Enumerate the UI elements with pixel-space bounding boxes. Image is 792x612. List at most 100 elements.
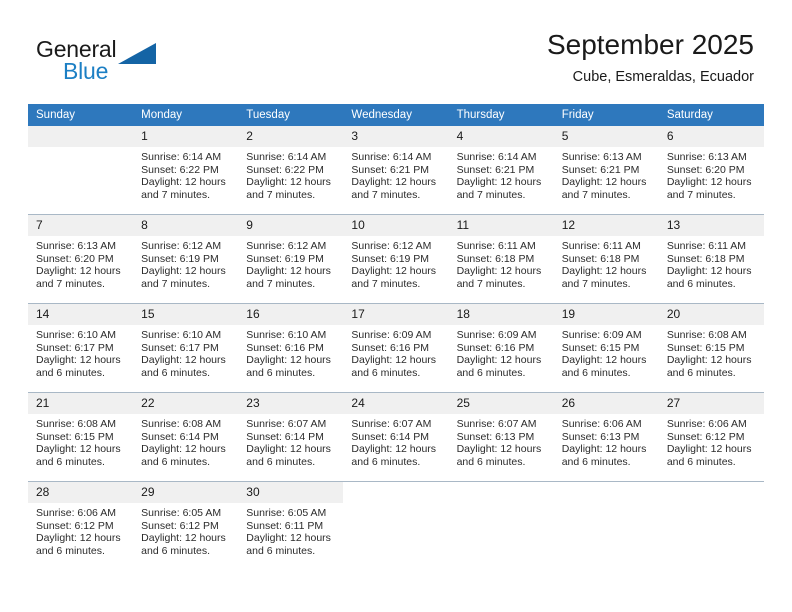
day-cell-7[interactable]: 7 Sunrise: 6:13 AM Sunset: 6:20 PM Daylight… [28,215,134,303]
day-cell-25[interactable]: 25 Sunrise: 6:07 AM Sunset: 6:13 PM Dayligh… [448,393,554,481]
sunrise-text: Sunrise: 6:13 AM [666,151,747,163]
daylight-text-line1: Daylight: 12 hours [561,265,647,278]
daylight-text-line2: and 7 minutes. [561,188,631,201]
day-cell-20[interactable]: 20 Sunrise: 6:08 AM Sunset: 6:15 PM Dayligh… [658,304,764,392]
day-cell-28[interactable]: 28 Sunrise: 6:06 AM Sunset: 6:12 PM Dayligh… [28,482,134,570]
sunset-text: Sunset: 6:17 PM [36,341,114,354]
day-cell-12[interactable]: 12 Sunrise: 6:11 AM Sunset: 6:18 PM Dayligh… [553,215,659,303]
day-cell-26[interactable]: 26 Sunrise: 6:06 AM Sunset: 6:13 PM Dayligh… [553,393,659,481]
sunrise-text: Sunrise: 6:09 AM [456,329,537,341]
day-cell-empty [659,482,764,570]
day-cell-27[interactable]: 27 Sunrise: 6:06 AM Sunset: 6:12 PM Dayligh… [658,393,764,481]
day-details: Sunrise: 6:14 AM Sunset: 6:22 PM Daylight:… [238,147,343,201]
sunrise-text: Sunrise: 6:08 AM [141,418,222,430]
day-cell-8[interactable]: 8 Sunrise: 6:12 AM Sunset: 6:19 PM Daylight… [133,215,239,303]
day-cell-11[interactable]: 11 Sunrise: 6:11 AM Sunset: 6:18 PM Dayligh… [448,215,554,303]
sunrise-text: Sunrise: 6:09 AM [351,329,432,341]
daylight-text-line1: Daylight: 12 hours [666,443,752,456]
day-cell-23[interactable]: 23 Sunrise: 6:07 AM Sunset: 6:14 PM Dayligh… [238,393,344,481]
daylight-text-line2: and 6 minutes. [36,366,105,379]
day-cell-4[interactable]: 4 Sunrise: 6:14 AM Sunset: 6:21 PM Daylight… [448,126,554,214]
daylight-text-line1: Daylight: 12 hours [246,532,331,545]
daylight-text-line2: and 6 minutes. [351,455,421,468]
calendar-week-row: 14 Sunrise: 6:10 AM Sunset: 6:17 PM Dayligh… [28,303,764,393]
day-cell-29[interactable]: 29 Sunrise: 6:05 AM Sunset: 6:12 PM Dayligh… [133,482,239,570]
day-number: 30 [238,482,344,503]
daylight-text-line1: Daylight: 12 hours [246,443,331,456]
day-details: Sunrise: 6:08 AM Sunset: 6:14 PM Daylight:… [133,414,238,468]
day-number: 23 [238,393,344,414]
day-cell-empty [343,482,448,570]
sunrise-text: Sunrise: 6:13 AM [36,240,116,252]
day-cell-9[interactable]: 9 Sunrise: 6:12 AM Sunset: 6:19 PM Daylight… [238,215,344,303]
daylight-text-line2: and 7 minutes. [456,188,526,201]
sunrise-text: Sunrise: 6:10 AM [141,329,222,341]
daylight-text-line1: Daylight: 12 hours [141,532,226,545]
weekday-header-wednesday: Wednesday [343,104,449,126]
day-number: 19 [553,304,659,325]
day-number: 17 [343,304,449,325]
day-cell-empty [449,482,554,570]
calendar-cell: 9 Sunrise: 6:12 AM Sunset: 6:19 PM Daylight… [238,214,344,304]
day-cell-17[interactable]: 17 Sunrise: 6:09 AM Sunset: 6:16 PM Dayligh… [343,304,449,392]
calendar-week-row: 7 Sunrise: 6:13 AM Sunset: 6:20 PM Daylight… [28,214,764,304]
day-cell-5[interactable]: 5 Sunrise: 6:13 AM Sunset: 6:21 PM Daylight… [553,126,659,214]
general-blue-logo[interactable]: General Blue [36,36,166,88]
day-number: 4 [448,126,554,147]
day-number: 14 [28,304,134,325]
day-cell-19[interactable]: 19 Sunrise: 6:09 AM Sunset: 6:15 PM Dayligh… [553,304,659,392]
day-number: 24 [343,393,449,414]
day-cell-3[interactable]: 3 Sunrise: 6:14 AM Sunset: 6:21 PM Daylight… [343,126,449,214]
day-number: 7 [28,215,134,236]
day-cell-30[interactable]: 30 Sunrise: 6:05 AM Sunset: 6:11 PM Dayligh… [238,482,344,570]
day-number: 18 [448,304,554,325]
calendar-cell: 4 Sunrise: 6:14 AM Sunset: 6:21 PM Daylight… [448,126,554,215]
daylight-text-line2: and 6 minutes. [666,277,736,290]
sunrise-text: Sunrise: 6:07 AM [246,418,327,430]
day-cell-22[interactable]: 22 Sunrise: 6:08 AM Sunset: 6:14 PM Dayligh… [133,393,239,481]
day-cell-21[interactable]: 21 Sunrise: 6:08 AM Sunset: 6:15 PM Dayligh… [28,393,134,481]
day-number: 13 [658,215,764,236]
sunrise-text: Sunrise: 6:08 AM [666,329,747,341]
day-cell-24[interactable]: 24 Sunrise: 6:07 AM Sunset: 6:14 PM Dayligh… [343,393,449,481]
calendar-page: General Blue September 2025 Cube, Esmera… [0,0,792,612]
calendar-cell: 5 Sunrise: 6:13 AM Sunset: 6:21 PM Daylight… [553,126,659,215]
daylight-text-line2: and 7 minutes. [561,277,631,290]
daylight-text-line2: and 6 minutes. [141,455,211,468]
day-cell-14[interactable]: 14 Sunrise: 6:10 AM Sunset: 6:17 PM Dayligh… [28,304,134,392]
calendar-cell: 15 Sunrise: 6:10 AM Sunset: 6:17 PM Dayligh… [133,303,239,393]
sunrise-text: Sunrise: 6:14 AM [351,151,432,163]
day-cell-10[interactable]: 10 Sunrise: 6:12 AM Sunset: 6:19 PM Dayligh… [343,215,449,303]
sunset-text: Sunset: 6:18 PM [666,252,745,265]
daylight-text-line2: and 6 minutes. [351,366,421,379]
calendar-cell: 12 Sunrise: 6:11 AM Sunset: 6:18 PM Dayligh… [553,214,659,304]
day-number: 1 [133,126,239,147]
daylight-text-line1: Daylight: 12 hours [36,265,121,278]
sunrise-text: Sunrise: 6:14 AM [141,151,222,163]
daylight-text-line2: and 7 minutes. [246,188,316,201]
day-number: 26 [553,393,659,414]
day-cell-6[interactable]: 6 Sunrise: 6:13 AM Sunset: 6:20 PM Daylight… [658,126,764,214]
day-cell-13[interactable]: 13 Sunrise: 6:11 AM Sunset: 6:18 PM Dayligh… [658,215,764,303]
day-number: 15 [133,304,239,325]
day-details: Sunrise: 6:11 AM Sunset: 6:18 PM Daylight:… [554,236,659,290]
day-cell-2[interactable]: 2 Sunrise: 6:14 AM Sunset: 6:22 PM Daylight… [238,126,344,214]
daylight-text-line1: Daylight: 12 hours [561,443,647,456]
weekday-header-friday: Friday [553,104,659,126]
calendar-cell: 10 Sunrise: 6:12 AM Sunset: 6:19 PM Dayligh… [343,214,449,304]
day-cell-18[interactable]: 18 Sunrise: 6:09 AM Sunset: 6:16 PM Dayligh… [448,304,554,392]
daylight-text-line2: and 6 minutes. [456,455,526,468]
day-cell-16[interactable]: 16 Sunrise: 6:10 AM Sunset: 6:16 PM Dayligh… [238,304,344,392]
calendar-cell [658,481,764,570]
day-number: 16 [238,304,344,325]
day-cell-15[interactable]: 15 Sunrise: 6:10 AM Sunset: 6:17 PM Dayligh… [133,304,239,392]
calendar-cell: 18 Sunrise: 6:09 AM Sunset: 6:16 PM Dayligh… [448,303,554,393]
daylight-text-line1: Daylight: 12 hours [246,354,331,367]
page-title: September 2025 [546,29,754,60]
day-cell-1[interactable]: 1 Sunrise: 6:14 AM Sunset: 6:22 PM Daylight… [133,126,239,214]
sunset-text: Sunset: 6:14 PM [141,430,219,443]
day-details: Sunrise: 6:09 AM Sunset: 6:15 PM Daylight:… [554,325,659,379]
daylight-text-line1: Daylight: 12 hours [456,265,542,278]
day-number: 22 [133,393,239,414]
daylight-text-line2: and 6 minutes. [561,455,631,468]
